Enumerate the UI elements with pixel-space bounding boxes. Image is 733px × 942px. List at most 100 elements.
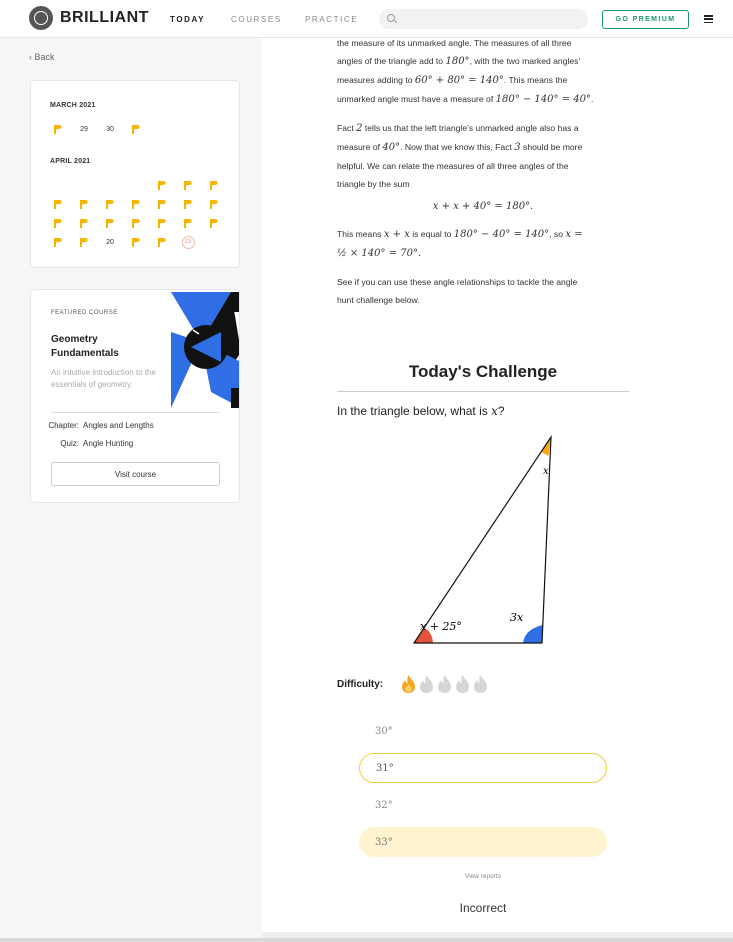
calendar-day-flag bbox=[206, 178, 222, 192]
view-reports-link[interactable]: View reports bbox=[337, 873, 629, 880]
flame-filled-icon bbox=[402, 675, 415, 693]
calendar-day-flag bbox=[76, 216, 92, 230]
text-line: Fact 2 tells us that the left triangle's… bbox=[337, 123, 579, 134]
difficulty-rating bbox=[400, 674, 489, 694]
flame-empty-icon bbox=[420, 675, 433, 693]
streak-flag-icon bbox=[184, 180, 192, 190]
left-sidebar: ‹ Back MARCH 2021 29 30 APRIL 2021 20 23 … bbox=[0, 38, 262, 942]
streak-flag-icon bbox=[132, 237, 140, 247]
streak-calendar: MARCH 2021 29 30 APRIL 2021 20 23 bbox=[30, 80, 240, 268]
quiz-value[interactable]: Angle Hunting bbox=[83, 439, 133, 448]
calendar-day-flag bbox=[154, 197, 170, 211]
calendar-day: 29 bbox=[80, 125, 88, 133]
streak-flag-icon bbox=[184, 218, 192, 228]
nav-practice[interactable]: PRACTICE bbox=[305, 15, 358, 24]
text-line: measures adding to 60° + 80° = 140°. Thi… bbox=[337, 75, 568, 86]
paragraph-1: the measure of its unmarked angle. The m… bbox=[337, 34, 629, 109]
go-premium-button[interactable]: GO PREMIUM bbox=[602, 10, 689, 29]
answer-option[interactable]: 32° bbox=[359, 790, 607, 820]
hamburger-menu-icon[interactable] bbox=[704, 15, 713, 24]
featured-course-card: FEATURED COURSE Geometry Fundamentals An… bbox=[30, 289, 240, 503]
text-line: the measure of its unmarked angle. The m… bbox=[337, 38, 572, 48]
nav-today[interactable]: TODAY bbox=[170, 15, 205, 24]
streak-flag-icon bbox=[80, 237, 88, 247]
calendar-day-flag bbox=[50, 235, 66, 249]
paragraph-4: See if you can use these angle relations… bbox=[337, 273, 629, 309]
nav-courses[interactable]: COURSES bbox=[231, 15, 282, 24]
streak-flag-icon bbox=[106, 218, 114, 228]
calendar-day-flag bbox=[50, 197, 66, 211]
triangle-outline bbox=[412, 434, 552, 644]
month-label-april: APRIL 2021 bbox=[50, 158, 91, 165]
calendar-day-flag bbox=[128, 197, 144, 211]
back-link[interactable]: ‹ Back bbox=[29, 52, 55, 62]
streak-flag-icon bbox=[184, 199, 192, 209]
bottom-left-angle-label: x + 25° bbox=[420, 620, 462, 633]
text-line: This means x + x is equal to 180° − 40° … bbox=[337, 229, 583, 240]
difficulty-label: Difficulty: bbox=[337, 679, 384, 690]
sum-equation: x + x + 40° = 180°. bbox=[432, 201, 534, 212]
answer-option[interactable]: 30° bbox=[359, 716, 607, 746]
calendar-day-flag bbox=[154, 178, 170, 192]
quiz-label: Quiz: bbox=[60, 439, 79, 448]
search-bar[interactable] bbox=[379, 9, 588, 29]
paragraph-3: This means x + x is equal to 180° − 40° … bbox=[337, 225, 629, 263]
flame-empty-icon bbox=[438, 675, 451, 693]
text-line: measure of 40°. Now that we know this, F… bbox=[337, 142, 583, 153]
course-title[interactable]: Geometry Fundamentals bbox=[51, 333, 161, 361]
streak-flag-icon bbox=[210, 199, 218, 209]
search-input[interactable] bbox=[399, 11, 583, 29]
calendar-day-flag bbox=[154, 235, 170, 249]
text-line: helpful. We can relate the measures of a… bbox=[337, 161, 569, 171]
challenge-title: Today's Challenge bbox=[408, 362, 558, 381]
streak-flag-icon bbox=[54, 199, 62, 209]
answer-option-selected[interactable]: 31° bbox=[359, 753, 607, 783]
calendar-day: 20 bbox=[106, 238, 114, 246]
streak-flag-icon bbox=[158, 199, 166, 209]
text-line: ½ × 140° = 70°. bbox=[337, 248, 422, 259]
window-bottom-edge bbox=[0, 938, 733, 942]
text-line: unmarked angle must have a measure of 18… bbox=[337, 94, 594, 105]
streak-flag-icon bbox=[80, 218, 88, 228]
calendar-day-flag bbox=[128, 122, 144, 136]
streak-flag-icon bbox=[106, 199, 114, 209]
streak-flag-icon bbox=[158, 237, 166, 247]
top-nav: BRILLIANT TODAY COURSES PRACTICE GO PREM… bbox=[0, 0, 733, 38]
calendar-day-flag bbox=[102, 197, 118, 211]
answer-option-incorrect[interactable]: 33° bbox=[359, 827, 607, 857]
calendar-day-flag bbox=[206, 197, 222, 211]
flame-empty-icon bbox=[456, 675, 469, 693]
course-divider bbox=[51, 412, 220, 413]
answer-result: Incorrect bbox=[459, 901, 507, 915]
streak-flag-icon bbox=[132, 199, 140, 209]
streak-flag-icon bbox=[54, 124, 62, 134]
calendar-day-flag bbox=[50, 216, 66, 230]
calendar-day-flag bbox=[180, 197, 196, 211]
paragraph-2: Fact 2 tells us that the left triangle's… bbox=[337, 119, 629, 193]
course-description: An intuitive introduction to the essenti… bbox=[51, 368, 156, 389]
streak-flag-icon bbox=[132, 218, 140, 228]
calendar-day-flag bbox=[180, 216, 196, 230]
top-angle-label: x bbox=[543, 466, 549, 477]
today-marker: 23 bbox=[181, 235, 195, 249]
calendar-day-flag bbox=[76, 235, 92, 249]
text-line: triangle by the sum bbox=[337, 179, 410, 189]
streak-flag-icon bbox=[158, 218, 166, 228]
brilliant-logo[interactable]: BRILLIANT bbox=[29, 6, 149, 30]
calendar-day-flag bbox=[154, 216, 170, 230]
logo-text: BRILLIANT bbox=[60, 9, 149, 26]
calendar-day-flag bbox=[180, 178, 196, 192]
back-label: Back bbox=[34, 52, 55, 62]
chapter-value[interactable]: Angles and Lengths bbox=[83, 421, 154, 430]
calendar-day-flag bbox=[76, 197, 92, 211]
calendar-day-today: 23 bbox=[180, 235, 196, 249]
featured-label: FEATURED COURSE bbox=[51, 310, 118, 316]
streak-flag-icon bbox=[210, 180, 218, 190]
chapter-row: Chapter: Angles and Lengths bbox=[33, 421, 154, 430]
flame-empty-icon bbox=[474, 675, 487, 693]
calendar-day-flag bbox=[128, 235, 144, 249]
visit-course-button[interactable]: Visit course bbox=[51, 462, 220, 486]
month-label-march: MARCH 2021 bbox=[50, 102, 96, 109]
geometry-course-illustration bbox=[171, 292, 239, 408]
text-line: angles of the triangle add to 180°, with… bbox=[337, 56, 581, 67]
